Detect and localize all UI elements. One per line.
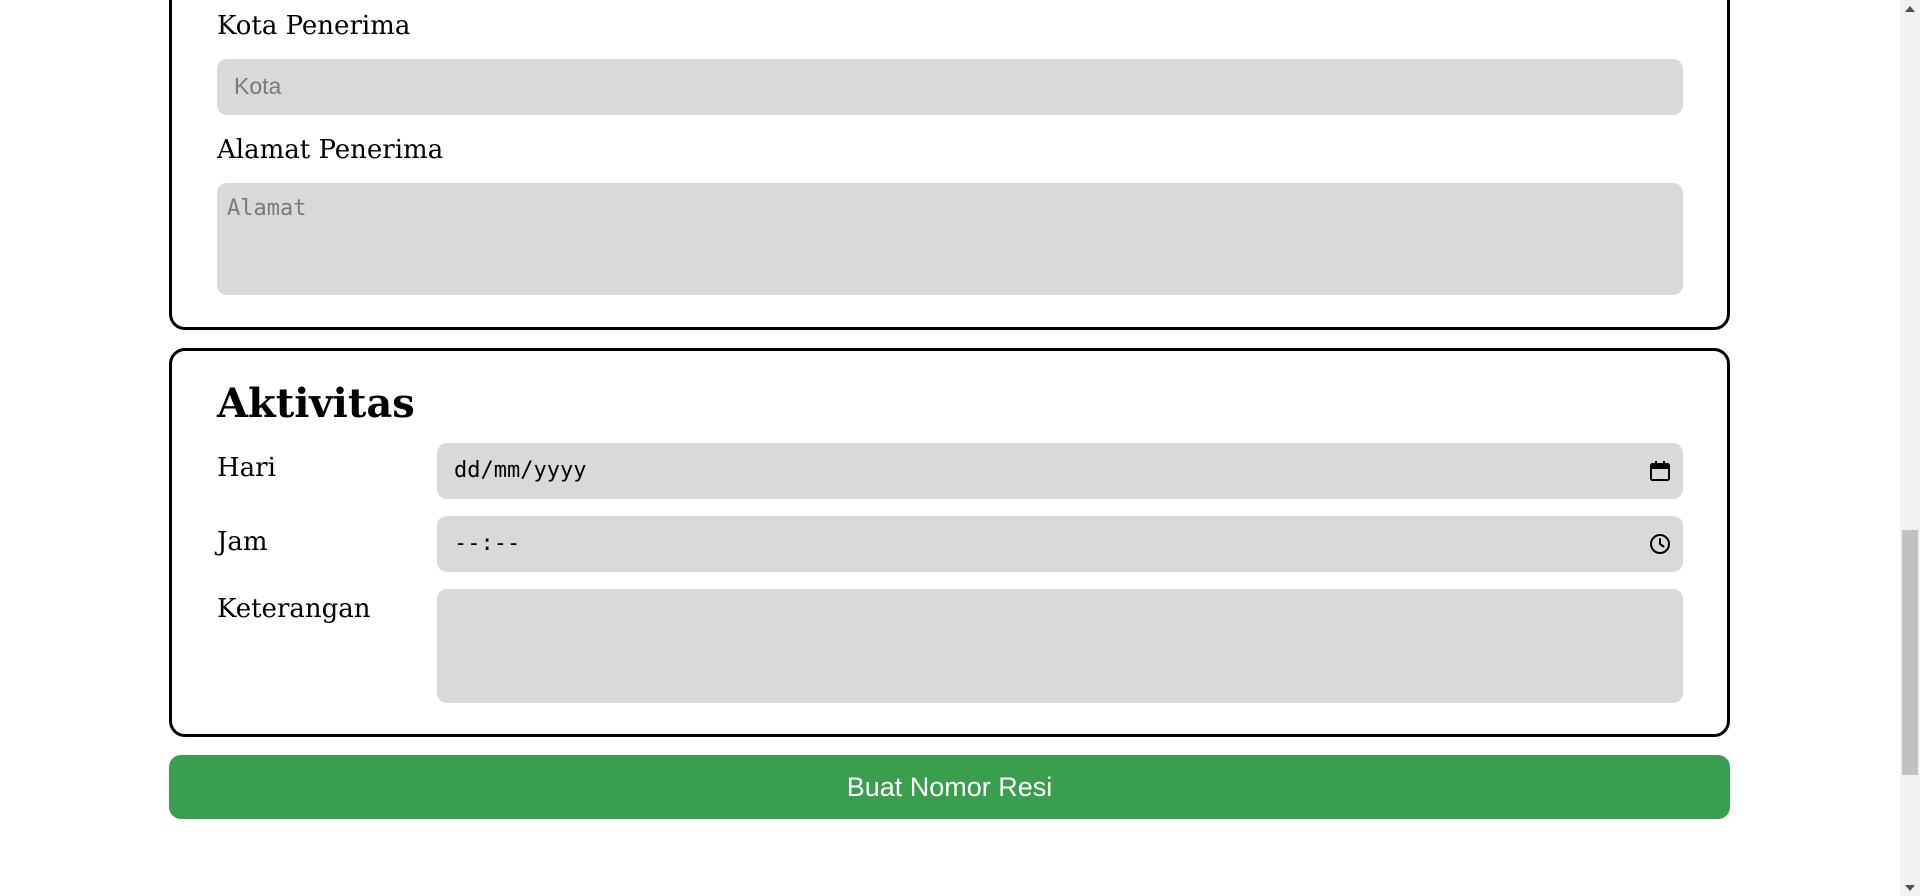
chevron-up-icon[interactable] bbox=[1900, 0, 1920, 17]
calendar-icon[interactable] bbox=[1648, 459, 1672, 483]
time-value: --:-- bbox=[454, 531, 521, 556]
scrollbar-thumb[interactable] bbox=[1902, 530, 1918, 775]
city-input[interactable]: Kota bbox=[217, 59, 1683, 115]
page: Kota Penerima Kota Alamat Penerima Alama… bbox=[0, 0, 1920, 896]
submit-button[interactable]: Buat Nomor Resi bbox=[169, 755, 1730, 819]
note-label: Keterangan bbox=[217, 594, 371, 624]
day-date-value: dd/mm/yyyy bbox=[454, 458, 587, 483]
time-label: Jam bbox=[217, 527, 268, 557]
clock-icon[interactable] bbox=[1648, 532, 1672, 556]
address-textarea[interactable]: Alamat bbox=[217, 183, 1683, 295]
day-label: Hari bbox=[217, 453, 276, 483]
chevron-down-icon[interactable] bbox=[1900, 879, 1920, 896]
day-date-input[interactable]: dd/mm/yyyy bbox=[437, 443, 1683, 499]
note-textarea[interactable] bbox=[437, 589, 1683, 703]
city-label: Kota Penerima bbox=[217, 11, 411, 41]
time-input[interactable]: --:-- bbox=[437, 516, 1683, 572]
activity-heading: Aktivitas bbox=[217, 380, 415, 427]
address-label: Alamat Penerima bbox=[217, 135, 444, 165]
form-container: Kota Penerima Kota Alamat Penerima Alama… bbox=[0, 0, 1900, 896]
vertical-scrollbar[interactable] bbox=[1900, 0, 1920, 896]
address-placeholder: Alamat bbox=[227, 196, 307, 221]
city-placeholder: Kota bbox=[234, 73, 282, 99]
submit-button-label: Buat Nomor Resi bbox=[846, 771, 1053, 802]
